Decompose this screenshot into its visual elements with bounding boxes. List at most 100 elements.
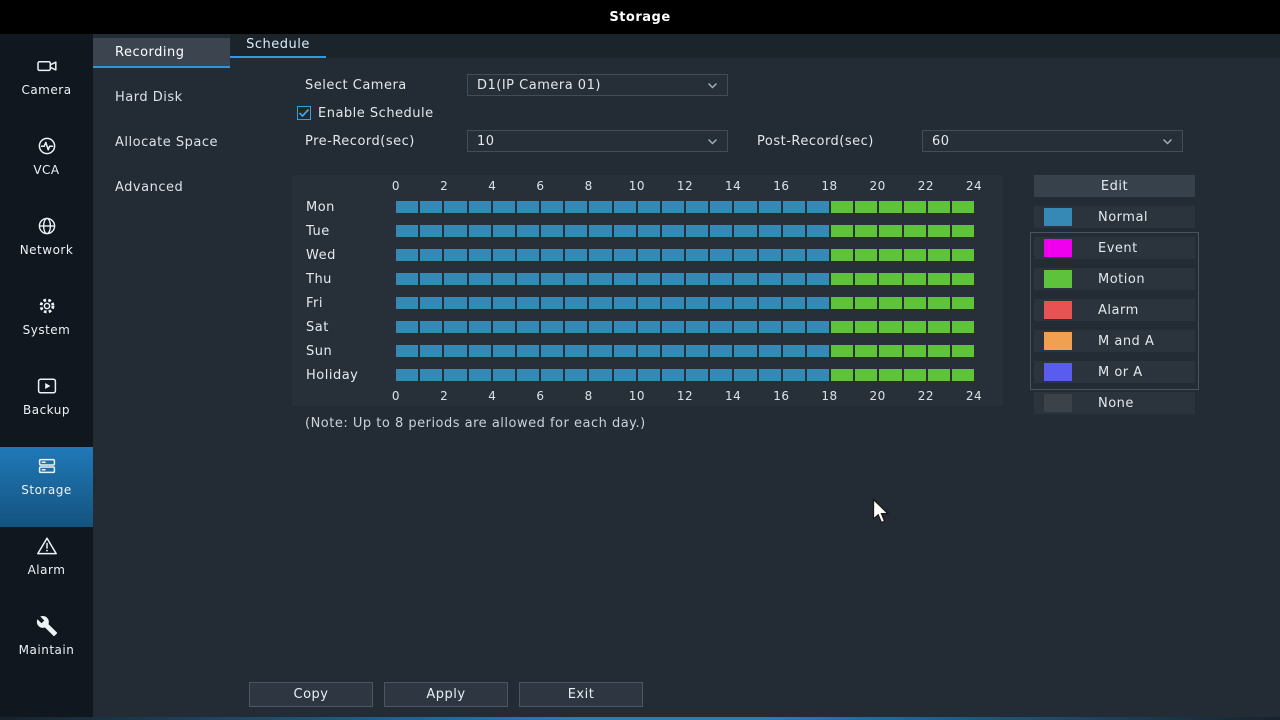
schedule-hour-cell — [613, 297, 636, 309]
schedule-hour-cell — [637, 297, 660, 309]
time-tick-label: 12 — [676, 179, 694, 193]
submenu-item-allocate-space[interactable]: Allocate Space — [93, 128, 230, 158]
pre-record-dropdown[interactable]: 10 — [467, 130, 728, 152]
copy-button[interactable]: Copy — [249, 682, 373, 707]
schedule-day-row-fri[interactable]: Fri — [306, 291, 975, 315]
schedule-hour-cell — [831, 201, 854, 213]
day-label: Tue — [306, 223, 330, 239]
schedule-hour-cell — [806, 273, 830, 285]
schedule-hour-cell — [637, 273, 660, 285]
schedule-hour-cell — [758, 345, 781, 357]
schedule-hour-cell — [444, 201, 467, 213]
submenu: Recording Hard Disk Allocate Space Advanced — [93, 34, 230, 720]
schedule-hour-cell — [903, 297, 926, 309]
schedule-hour-cell — [782, 249, 805, 261]
sidebar-item-label: Network — [19, 243, 74, 257]
sidebar-item-vca[interactable]: VCA — [0, 127, 93, 207]
legend-item-label: Motion — [1098, 271, 1146, 287]
vca-icon — [36, 135, 58, 157]
schedule-hour-cell — [806, 345, 830, 357]
schedule-hour-cell — [468, 225, 491, 237]
submenu-item-recording[interactable]: Recording — [93, 38, 230, 68]
legend-item-m-and-a[interactable]: M and A — [1034, 330, 1195, 352]
post-record-label: Post-Record(sec) — [757, 133, 874, 149]
legend-item-motion[interactable]: Motion — [1034, 268, 1195, 290]
schedule-hour-cell — [589, 345, 612, 357]
schedule-hour-cell — [951, 345, 975, 357]
schedule-hour-cell — [903, 225, 926, 237]
schedule-hour-cell — [903, 321, 926, 333]
schedule-hour-cell — [903, 249, 926, 261]
schedule-hour-cell — [541, 345, 564, 357]
schedule-hour-cell — [686, 249, 709, 261]
sidebar-item-alarm[interactable]: Alarm — [0, 527, 93, 607]
schedule-hour-cell — [661, 369, 685, 381]
tab-schedule[interactable]: Schedule — [230, 34, 326, 58]
time-tick-label: 0 — [391, 179, 401, 193]
schedule-hour-cell — [396, 297, 419, 309]
day-label: Sat — [306, 319, 329, 335]
post-record-dropdown[interactable]: 60 — [922, 130, 1183, 152]
schedule-day-row-wed[interactable]: Wed — [306, 243, 975, 267]
schedule-hour-cell — [468, 321, 491, 333]
schedule-hour-cell — [396, 345, 419, 357]
schedule-hour-cell — [565, 249, 588, 261]
schedule-hour-cell — [661, 225, 685, 237]
schedule-day-row-sat[interactable]: Sat — [306, 315, 975, 339]
sidebar-item-backup[interactable]: Backup — [0, 367, 93, 447]
time-tick-label: 10 — [628, 389, 645, 403]
backup-icon — [36, 375, 58, 397]
legend-item-m-or-a[interactable]: M or A — [1034, 361, 1195, 383]
select-camera-dropdown[interactable]: D1(IP Camera 01) — [467, 74, 728, 96]
schedule-hour-cell — [516, 369, 540, 381]
schedule-day-row-holiday[interactable]: Holiday — [306, 363, 975, 387]
schedule-hour-cell — [951, 369, 975, 381]
schedule-hour-cell — [420, 273, 443, 285]
time-tick-label: 20 — [869, 389, 886, 403]
schedule-hour-cell — [613, 369, 636, 381]
schedule-hour-cell — [734, 297, 757, 309]
sidebar-item-camera[interactable]: Camera — [0, 47, 93, 127]
schedule-hour-cell — [541, 321, 564, 333]
time-tick-label: 20 — [869, 179, 886, 193]
schedule-hour-cell — [951, 321, 975, 333]
schedule-day-row-tue[interactable]: Tue — [306, 219, 975, 243]
schedule-hour-cell — [492, 321, 515, 333]
schedule-hour-cell — [516, 297, 540, 309]
schedule-day-row-mon[interactable]: Mon — [306, 195, 975, 219]
submenu-item-advanced[interactable]: Advanced — [93, 173, 230, 203]
schedule-hour-cell — [806, 201, 830, 213]
schedule-day-row-thu[interactable]: Thu — [306, 267, 975, 291]
storage-icon — [36, 455, 58, 477]
legend-item-alarm[interactable]: Alarm — [1034, 299, 1195, 321]
schedule-hour-cell — [492, 369, 515, 381]
legend-item-event[interactable]: Event — [1034, 237, 1195, 259]
sidebar-item-system[interactable]: System — [0, 287, 93, 367]
schedule-hour-cell — [492, 201, 515, 213]
schedule-hour-cell — [686, 321, 709, 333]
sidebar-item-maintain[interactable]: Maintain — [0, 607, 93, 687]
submenu-item-hard-disk[interactable]: Hard Disk — [93, 83, 230, 113]
day-label: Fri — [306, 295, 323, 311]
schedule-hour-cell — [516, 321, 540, 333]
schedule-hour-cell — [831, 225, 854, 237]
legend-item-normal[interactable]: Normal — [1034, 206, 1195, 228]
schedule-day-row-sun[interactable]: Sun — [306, 339, 975, 363]
schedule-hour-cell — [782, 345, 805, 357]
schedule-hour-cell — [734, 345, 757, 357]
schedule-hour-cell — [444, 273, 467, 285]
enable-schedule-checkbox[interactable] — [297, 106, 311, 120]
schedule-hour-cell — [855, 297, 878, 309]
schedule-hour-cell — [516, 273, 540, 285]
schedule-hour-cell — [468, 273, 491, 285]
exit-button[interactable]: Exit — [519, 682, 643, 707]
schedule-hour-cell — [420, 249, 443, 261]
sidebar-item-storage[interactable]: Storage — [0, 447, 93, 527]
schedule-hour-cell — [710, 369, 733, 381]
legend-item-none[interactable]: None — [1034, 392, 1195, 414]
sidebar-item-network[interactable]: Network — [0, 207, 93, 287]
enable-schedule-row: Enable Schedule — [297, 102, 1183, 124]
edit-button[interactable]: Edit — [1034, 175, 1195, 197]
schedule-hour-cell — [589, 369, 612, 381]
apply-button[interactable]: Apply — [384, 682, 508, 707]
